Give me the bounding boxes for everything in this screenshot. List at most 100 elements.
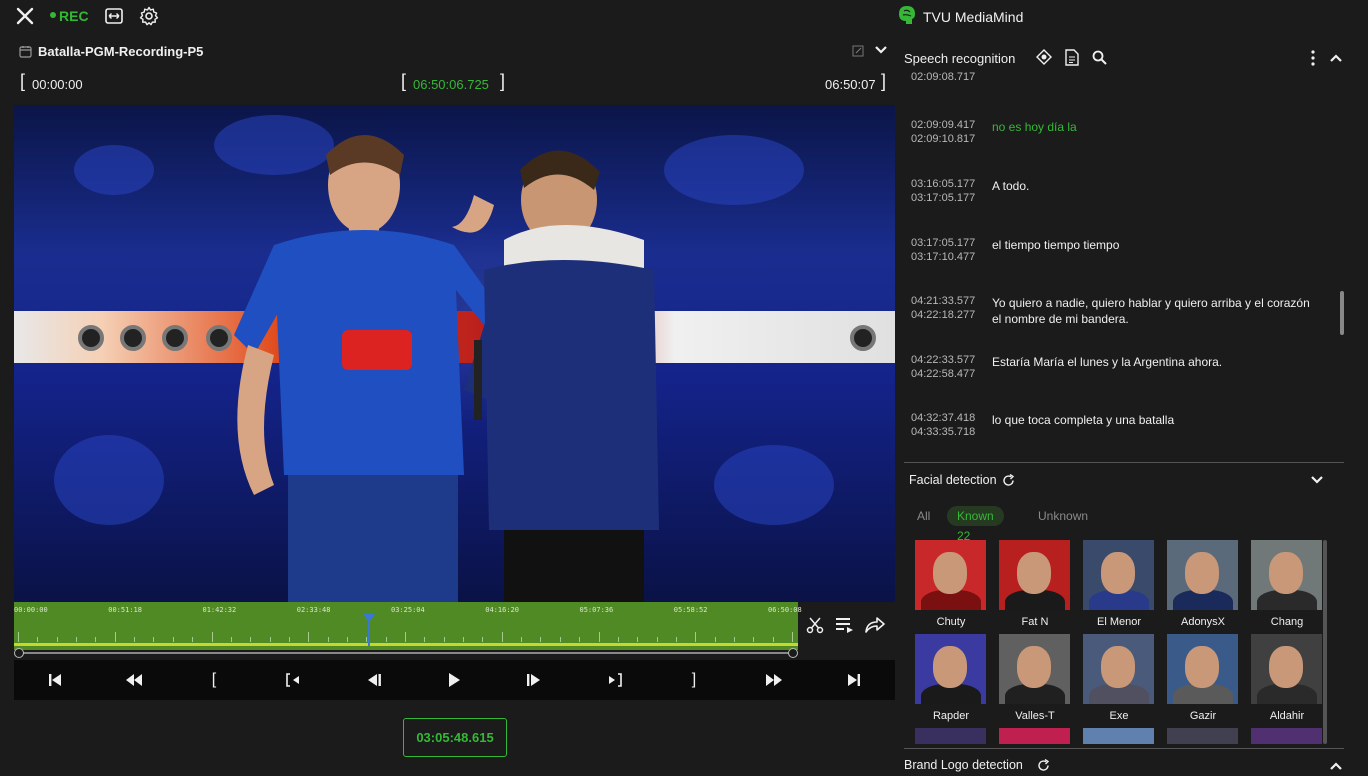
transcript-text: A todo. xyxy=(992,179,1030,193)
divider xyxy=(904,748,1344,749)
timeline-tick xyxy=(772,637,774,642)
search-icon[interactable] xyxy=(1090,48,1108,66)
in-bracket-close: ] xyxy=(500,71,506,91)
more-vertical-icon[interactable] xyxy=(1308,48,1318,68)
scrubber-start-knob[interactable] xyxy=(14,648,24,658)
face-card[interactable]: Chang xyxy=(1251,540,1323,628)
chevron-down-icon[interactable] xyxy=(1309,472,1325,488)
face-card[interactable]: El Menor xyxy=(1083,540,1155,628)
in-point-time[interactable]: 06:50:06.725 xyxy=(413,77,489,92)
transcript-text: Estaría María el lunes y la Argentina ah… xyxy=(992,355,1223,369)
speech-recognition-header: Speech recognition xyxy=(904,46,1344,70)
mark-in-button[interactable]: [ xyxy=(202,668,226,692)
tab-unknown[interactable]: Unknown xyxy=(1028,506,1098,526)
face-card[interactable]: Gazir xyxy=(1167,634,1239,722)
crowd-blur xyxy=(74,145,154,195)
timeline-tick xyxy=(37,637,39,642)
face-grid-scrollbar[interactable] xyxy=(1323,540,1327,744)
timeline-playhead[interactable] xyxy=(363,614,376,646)
timeline-tick-label: 06:50:08 xyxy=(768,606,802,614)
close-icon[interactable] xyxy=(14,5,36,27)
face-card[interactable]: Aldahir xyxy=(1251,634,1323,722)
face-thumbnail xyxy=(1167,540,1238,610)
timeline-tick xyxy=(95,637,97,642)
top-toolbar: REC xyxy=(0,0,895,34)
skip-to-end-icon[interactable] xyxy=(842,668,866,692)
refresh-icon[interactable] xyxy=(1035,757,1051,773)
face-card[interactable] xyxy=(1167,728,1239,744)
face-thumbnail xyxy=(1083,728,1154,744)
timeline-tick-label: 00:00:00 xyxy=(14,606,48,614)
timeline-track[interactable]: 00:00:00 00:51:18 01:42:32 02:33:48 03:25:04… xyxy=(14,602,802,650)
face-card[interactable]: Valles-T xyxy=(999,634,1071,722)
timeline-tick xyxy=(579,637,581,642)
timeline-tick xyxy=(637,637,639,642)
fit-width-icon[interactable] xyxy=(104,6,124,26)
face-card[interactable] xyxy=(1083,728,1155,744)
scissors-icon[interactable] xyxy=(804,614,826,636)
chevron-up-icon[interactable] xyxy=(1328,758,1344,774)
chevron-up-icon[interactable] xyxy=(1328,50,1344,66)
scrubber-line xyxy=(19,652,793,654)
refresh-icon[interactable] xyxy=(1000,472,1016,488)
timeline-tick-label: 03:25:04 xyxy=(391,606,425,614)
timeline-tick xyxy=(56,637,58,642)
timeline-tick xyxy=(153,637,155,642)
tab-all[interactable]: All xyxy=(907,506,940,526)
timeline-tick xyxy=(385,637,387,642)
face-card[interactable] xyxy=(999,728,1071,744)
timeline-tick xyxy=(792,632,793,642)
playlist-add-icon[interactable] xyxy=(834,614,856,636)
face-thumbnail xyxy=(999,540,1070,610)
play-icon[interactable] xyxy=(442,668,466,692)
timeline-tick-label: 02:33:48 xyxy=(296,606,331,614)
timeline-tick xyxy=(521,637,523,642)
step-back-icon[interactable] xyxy=(362,668,386,692)
step-forward-icon[interactable] xyxy=(522,668,546,692)
transcript-end-time: 04:22:58.477 xyxy=(911,368,976,380)
face-card[interactable] xyxy=(1251,728,1323,744)
timeline-tick xyxy=(134,637,136,642)
share-icon[interactable] xyxy=(864,614,886,636)
transcript-scrollbar[interactable] xyxy=(1340,291,1344,335)
end-bracket: ] xyxy=(881,71,887,91)
go-to-out-icon[interactable] xyxy=(602,668,626,692)
locate-icon[interactable] xyxy=(1035,48,1053,66)
speech-transcript-list: 02:09:08.717 02:09:09.417 02:09:10.817 n… xyxy=(897,72,1347,459)
face-name: Valles-T xyxy=(1015,710,1055,722)
transcript-end-time: 04:22:18.277 xyxy=(911,309,976,321)
video-player[interactable] xyxy=(14,105,895,602)
face-card[interactable]: Rapder xyxy=(915,634,987,722)
gear-icon[interactable] xyxy=(138,5,160,27)
face-card[interactable]: Chuty xyxy=(915,540,987,628)
timeline-tick xyxy=(463,637,465,642)
transcript-text: no es hoy día la xyxy=(992,120,1077,134)
timeline-tick xyxy=(211,632,213,642)
timeline-tick xyxy=(559,637,561,642)
face-card[interactable]: Fat N xyxy=(999,540,1071,628)
edit-icon[interactable] xyxy=(851,44,865,58)
timeline-tick xyxy=(540,637,542,642)
document-icon[interactable] xyxy=(1063,48,1081,66)
fast-forward-icon[interactable] xyxy=(762,668,786,692)
rec-label: REC xyxy=(59,8,89,24)
face-thumbnail xyxy=(1251,634,1322,704)
range-scrubber[interactable] xyxy=(14,648,798,658)
go-to-in-icon[interactable] xyxy=(282,668,306,692)
scrubber-end-knob[interactable] xyxy=(788,648,798,658)
timeline-tick xyxy=(675,637,677,642)
tab-known[interactable]: Known 22 xyxy=(947,506,1004,543)
current-time-display[interactable]: 03:05:48.615 xyxy=(403,718,507,757)
face-name: Exe xyxy=(1109,710,1129,722)
chevron-down-icon[interactable] xyxy=(873,42,889,58)
face-card[interactable] xyxy=(915,728,987,744)
transcript-end-time: 03:17:05.177 xyxy=(911,192,976,204)
file-row: Batalla-PGM-Recording-P5 xyxy=(18,42,895,62)
skip-to-start-icon[interactable] xyxy=(43,668,67,692)
rewind-icon[interactable] xyxy=(122,668,146,692)
mark-out-button[interactable]: ] xyxy=(682,668,706,692)
face-card[interactable]: Exe xyxy=(1083,634,1155,722)
face-thumbnail xyxy=(915,634,986,704)
face-card[interactable]: AdonysX xyxy=(1167,540,1239,628)
transcript-start-time: 04:32:37.418 xyxy=(911,412,976,424)
